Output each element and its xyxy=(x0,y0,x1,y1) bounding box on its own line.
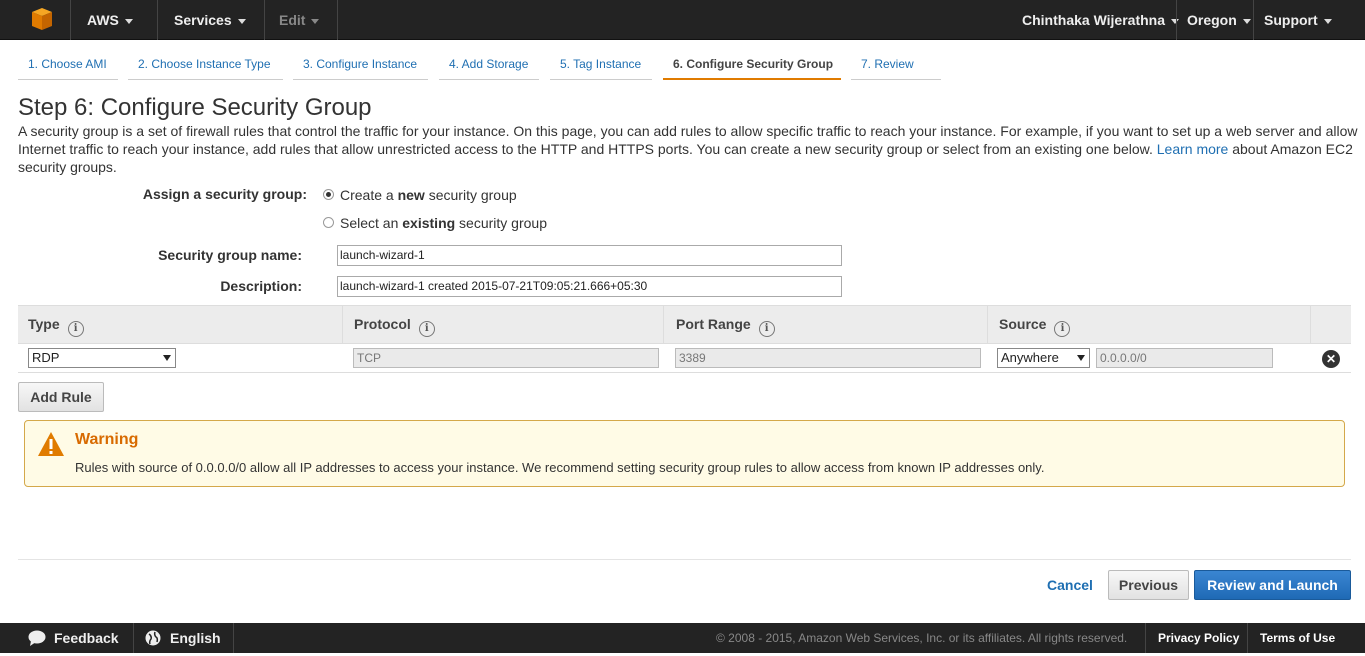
review-and-launch-button[interactable]: Review and Launch xyxy=(1194,570,1351,600)
option-text-bold: existing xyxy=(402,215,456,231)
chevron-down-icon xyxy=(124,18,133,24)
nav-divider xyxy=(1176,0,1177,40)
port-range-field: 3389 xyxy=(675,348,981,368)
dropdown-arrow-icon xyxy=(1077,355,1085,361)
radio-select-existing-security-group[interactable]: Select an existing security group xyxy=(323,215,547,231)
feedback-label: Feedback xyxy=(54,630,119,646)
top-navigation-bar: AWS Services Edit Chinthaka Wijerathna O… xyxy=(0,0,1365,40)
chevron-down-icon xyxy=(237,18,246,24)
chevron-down-icon xyxy=(311,18,320,24)
region-menu-label: Oregon xyxy=(1187,12,1237,28)
remove-rule-close-icon[interactable]: ✕ xyxy=(1322,350,1340,368)
language-label: English xyxy=(170,630,221,646)
radio-create-new-security-group[interactable]: Create a new security group xyxy=(323,187,517,203)
info-icon[interactable]: i xyxy=(1054,321,1071,337)
page-title: Step 6: Configure Security Group xyxy=(18,94,372,121)
support-menu[interactable]: Support xyxy=(1264,0,1332,40)
warning-text: Rules with source of 0.0.0.0/0 allow all… xyxy=(75,460,1045,475)
add-rule-button[interactable]: Add Rule xyxy=(18,382,104,412)
radio-selected-icon[interactable] xyxy=(323,189,334,200)
column-header-label: Port Range xyxy=(676,316,751,332)
info-icon[interactable]: i xyxy=(758,321,775,337)
services-menu[interactable]: Services xyxy=(174,0,246,40)
footer-divider-line xyxy=(233,623,234,653)
account-menu-label: Chinthaka Wijerathna xyxy=(1022,12,1166,28)
chevron-down-icon xyxy=(1323,18,1332,24)
support-menu-label: Support xyxy=(1264,12,1318,28)
radio-unselected-icon[interactable] xyxy=(323,217,334,228)
option-text: security group xyxy=(424,187,517,203)
option-text: security group xyxy=(455,215,547,231)
speech-bubble-icon xyxy=(28,626,46,656)
security-group-name-input[interactable]: launch-wizard-1 xyxy=(337,245,842,266)
account-menu[interactable]: Chinthaka Wijerathna xyxy=(1022,0,1180,40)
source-cidr-field[interactable]: 0.0.0.0/0 xyxy=(1096,348,1273,368)
footer-divider-line xyxy=(1145,623,1146,653)
warning-icon xyxy=(37,431,65,457)
description-label: Description: xyxy=(220,278,302,294)
step-review[interactable]: 7. Review xyxy=(851,56,941,80)
option-text-bold: new xyxy=(397,187,425,203)
info-icon[interactable]: i xyxy=(418,321,435,337)
column-header-type: Type i xyxy=(18,306,343,344)
source-value: Anywhere xyxy=(1001,350,1059,365)
aws-menu[interactable]: AWS xyxy=(87,0,133,40)
rules-table-header: Type i Protocol i Port Range i Source i xyxy=(18,305,1351,344)
step-add-storage[interactable]: 4. Add Storage xyxy=(439,56,539,80)
previous-button[interactable]: Previous xyxy=(1108,570,1189,600)
source-select[interactable]: Anywhere xyxy=(997,348,1090,368)
column-header-label: Type xyxy=(28,316,60,332)
copyright-text: © 2008 - 2015, Amazon Web Services, Inc.… xyxy=(716,631,1128,645)
chevron-down-icon xyxy=(1242,18,1251,24)
footer-divider xyxy=(18,559,1351,560)
console-footer: Feedback English © 2008 - 2015, Amazon W… xyxy=(0,623,1365,653)
assign-security-group-label: Assign a security group: xyxy=(142,186,307,202)
nav-divider xyxy=(264,0,265,40)
column-header-label: Protocol xyxy=(354,316,411,332)
privacy-policy-link[interactable]: Privacy Policy xyxy=(1158,623,1239,653)
learn-more-link[interactable]: Learn more xyxy=(1157,141,1229,157)
nav-divider xyxy=(1253,0,1254,40)
edit-menu[interactable]: Edit xyxy=(279,0,320,40)
footer-divider-line xyxy=(133,623,134,653)
step-configure-security-group[interactable]: 6. Configure Security Group xyxy=(663,56,841,80)
services-menu-label: Services xyxy=(174,12,232,28)
nav-divider xyxy=(337,0,338,40)
footer-divider-line xyxy=(1247,623,1248,653)
column-header-port-range: Port Range i xyxy=(666,306,988,344)
step-configure-instance[interactable]: 3. Configure Instance xyxy=(293,56,428,80)
nav-divider xyxy=(70,0,71,40)
option-text: Create a xyxy=(340,187,398,203)
aws-menu-label: AWS xyxy=(87,12,119,28)
aws-cube-logo-icon[interactable] xyxy=(22,8,60,34)
feedback-link[interactable]: Feedback xyxy=(28,623,119,653)
cancel-button[interactable]: Cancel xyxy=(1047,577,1093,593)
region-menu[interactable]: Oregon xyxy=(1187,0,1251,40)
info-icon[interactable]: i xyxy=(67,321,84,337)
column-header-source: Source i xyxy=(989,306,1311,344)
rule-type-select[interactable]: RDP xyxy=(28,348,176,368)
rule-type-value: RDP xyxy=(32,350,60,365)
step-choose-instance-type[interactable]: 2. Choose Instance Type xyxy=(128,56,283,80)
warning-title: Warning xyxy=(75,431,139,448)
warning-alert: Warning Rules with source of 0.0.0.0/0 a… xyxy=(24,420,1345,487)
globe-icon xyxy=(145,626,161,656)
column-header-label: Source xyxy=(999,316,1047,332)
edit-menu-label: Edit xyxy=(279,12,306,28)
description-input[interactable]: launch-wizard-1 created 2015-07-21T09:05… xyxy=(337,276,842,297)
security-group-name-label: Security group name: xyxy=(158,247,302,263)
step-tag-instance[interactable]: 5. Tag Instance xyxy=(550,56,652,80)
step-choose-ami[interactable]: 1. Choose AMI xyxy=(18,56,118,80)
nav-divider xyxy=(157,0,158,40)
protocol-field: TCP xyxy=(353,348,659,368)
dropdown-arrow-icon xyxy=(163,355,171,361)
column-header-protocol: Protocol i xyxy=(344,306,664,344)
terms-of-use-link[interactable]: Terms of Use xyxy=(1260,623,1335,653)
language-selector[interactable]: English xyxy=(145,623,221,653)
page-description: A security group is a set of firewall ru… xyxy=(18,122,1358,176)
option-text: Select an xyxy=(340,215,403,231)
